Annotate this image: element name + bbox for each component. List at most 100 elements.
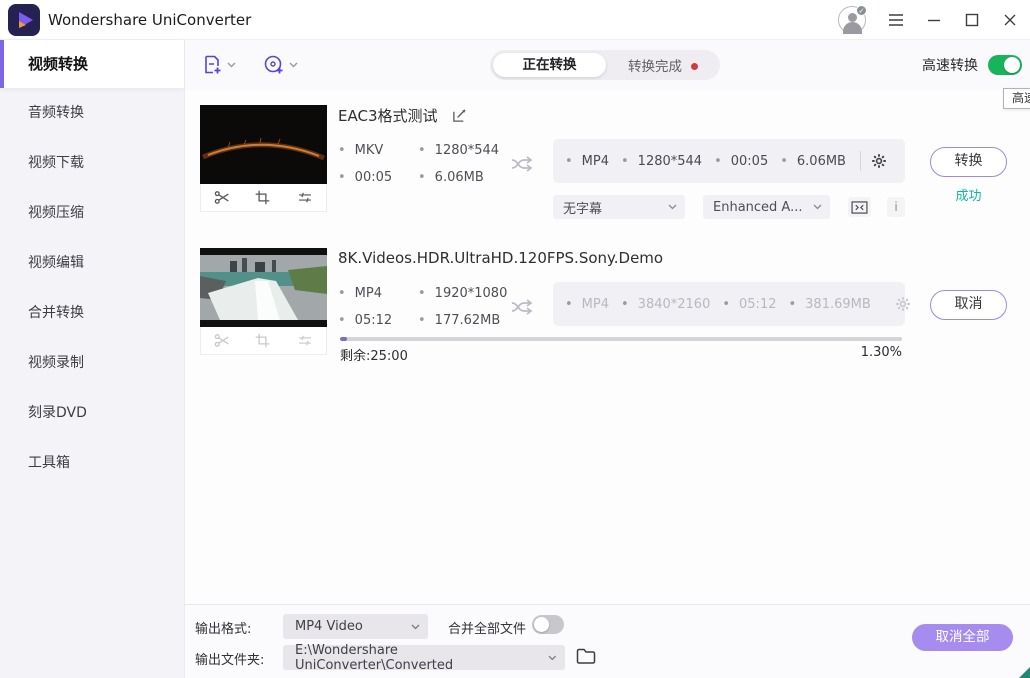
- trim-icon: [214, 334, 229, 347]
- subtitle-select[interactable]: 无字幕: [553, 195, 685, 219]
- convert-arrow-icon: [511, 299, 533, 315]
- cancel-all-button[interactable]: 取消全部: [912, 624, 1013, 651]
- target-resolution: 1280*544: [621, 154, 702, 169]
- convert-arrow-icon: [511, 156, 533, 172]
- output-settings-gear-icon[interactable]: [871, 153, 887, 169]
- source-size: 177.62MB: [418, 313, 518, 328]
- menu-icon[interactable]: [888, 12, 904, 28]
- sidebar-item-burn-dvd[interactable]: 刻录DVD: [0, 388, 184, 438]
- trim-icon[interactable]: [213, 189, 230, 206]
- task-list: EAC3格式测试 MKV 1280*544 00:05 6.06MB MP4 1…: [185, 90, 1030, 604]
- toolbar: 正在转换 转换完成 高速转换: [185, 40, 1030, 90]
- corner-accent-icon: [1019, 667, 1030, 678]
- info-button[interactable]: i: [887, 197, 905, 217]
- account-badge-icon: ✓: [856, 5, 867, 16]
- output-folder-select[interactable]: E:\Wondershare UniConverter\Converted: [283, 642, 565, 673]
- app-title: Wondershare UniConverter: [48, 11, 252, 29]
- target-duration: 00:05: [714, 154, 768, 169]
- target-format: MP4: [565, 297, 609, 312]
- effects-icon: [298, 335, 311, 346]
- source-size: 6.06MB: [418, 170, 518, 185]
- tab-converting[interactable]: 正在转换: [493, 53, 606, 77]
- subtitle-select-value: 无字幕: [563, 201, 603, 217]
- chevron-down-icon: [411, 624, 420, 629]
- source-duration: 00:05: [338, 170, 418, 185]
- chevron-down-icon: [289, 62, 298, 68]
- load-dvd-icon: [264, 55, 283, 74]
- chevron-down-icon: [668, 204, 677, 210]
- tab-finished-label: 转换完成: [628, 59, 682, 75]
- time-remaining-label: 剩余:25:00: [340, 349, 408, 364]
- sidebar-item-video-convert[interactable]: 视频转换: [0, 40, 184, 88]
- task-row: 8K.Videos.HDR.UltraHD.120FPS.Sony.Demo M…: [185, 248, 1030, 391]
- video-thumbnail[interactable]: [200, 248, 327, 355]
- task-row: EAC3格式测试 MKV 1280*544 00:05 6.06MB MP4 1…: [185, 105, 1030, 248]
- cancel-button[interactable]: 取消: [930, 290, 1007, 320]
- sidebar-item-merge-convert[interactable]: 合并转换: [0, 288, 184, 338]
- titlebar: Wondershare UniConverter ✓: [0, 0, 1030, 40]
- open-folder-icon[interactable]: [576, 647, 596, 665]
- high-speed-label: 高速转换: [922, 58, 978, 74]
- audio-track-select[interactable]: Enhanced A...: [703, 195, 830, 219]
- crop-icon: [256, 333, 270, 348]
- output-format-value: MP4 Video: [295, 619, 363, 634]
- source-resolution: 1920*1080: [418, 286, 518, 301]
- output-settings-box: MP4 3840*2160 05:12 381.69MB: [553, 282, 910, 326]
- high-speed-toggle[interactable]: [988, 55, 1022, 75]
- merge-toggle[interactable]: [532, 615, 564, 634]
- output-settings-gear-icon: [895, 296, 911, 312]
- minimize-button[interactable]: [926, 12, 942, 28]
- compress-icon: [851, 200, 868, 214]
- output-folder-value: E:\Wondershare UniConverter\Converted: [295, 642, 454, 673]
- sidebar-item-toolbox[interactable]: 工具箱: [0, 438, 184, 488]
- load-dvd-button[interactable]: [262, 53, 298, 77]
- progress-bar: [340, 337, 902, 341]
- sidebar-item-screen-record[interactable]: 视频录制: [0, 338, 184, 388]
- merge-all-label: 合并全部文件: [448, 622, 527, 637]
- target-duration: 05:12: [722, 297, 776, 312]
- crop-icon[interactable]: [254, 189, 271, 206]
- sidebar: 视频转换 音频转换 视频下载 视频压缩 视频编辑 合并转换 视频录制 刻录DVD…: [0, 40, 185, 678]
- source-format: MP4: [338, 286, 418, 301]
- effects-icon[interactable]: [296, 189, 314, 206]
- source-resolution: 1280*544: [418, 143, 518, 158]
- sidebar-item-video-download[interactable]: 视频下载: [0, 138, 184, 188]
- target-size: 6.06MB: [780, 154, 846, 169]
- account-avatar[interactable]: ✓: [838, 5, 867, 34]
- video-title: 8K.Videos.HDR.UltraHD.120FPS.Sony.Demo: [338, 249, 664, 267]
- progress-percent-label: 1.30%: [860, 345, 902, 360]
- audio-track-select-value: Enhanced A...: [713, 199, 803, 215]
- target-size: 381.69MB: [788, 297, 871, 312]
- video-thumbnail[interactable]: [200, 105, 327, 212]
- chevron-down-icon: [548, 655, 557, 660]
- chevron-down-icon: [813, 204, 822, 210]
- close-button[interactable]: [1002, 12, 1018, 28]
- tab-finished[interactable]: 转换完成: [606, 55, 720, 75]
- sidebar-item-video-edit[interactable]: 视频编辑: [0, 238, 184, 288]
- notification-dot: [691, 63, 698, 70]
- app-window: Wondershare UniConverter ✓ 视频转换 音频转换 视频下…: [0, 0, 1030, 678]
- output-folder-label: 输出文件夹:: [195, 653, 265, 668]
- maximize-button[interactable]: [964, 12, 980, 28]
- output-settings-box[interactable]: MP4 1280*544 00:05 6.06MB: [553, 139, 905, 183]
- sidebar-item-audio-convert[interactable]: 音频转换: [0, 88, 184, 138]
- edit-title-icon[interactable]: [452, 108, 467, 123]
- source-format: MKV: [338, 143, 418, 158]
- compress-button[interactable]: [848, 197, 871, 217]
- target-format: MP4: [565, 154, 609, 169]
- target-resolution: 3840*2160: [621, 297, 711, 312]
- add-file-button[interactable]: [200, 53, 236, 77]
- app-logo-icon: [8, 4, 40, 36]
- convert-button[interactable]: 转换: [930, 147, 1007, 177]
- sidebar-item-video-compress[interactable]: 视频压缩: [0, 188, 184, 238]
- waterfall-thumbnail-image: [200, 248, 327, 327]
- status-tabs: 正在转换 转换完成: [490, 50, 720, 80]
- source-duration: 05:12: [338, 313, 418, 328]
- chevron-down-icon: [227, 62, 236, 68]
- solar-arc-thumbnail-image: [200, 105, 327, 184]
- video-title: EAC3格式测试: [338, 106, 438, 125]
- progress-fill: [340, 337, 348, 341]
- footer-bar: 输出格式: MP4 Video 合并全部文件 输出文件夹: E:\Wonders…: [185, 604, 1030, 678]
- output-format-select[interactable]: MP4 Video: [283, 614, 428, 639]
- status-success-label: 成功: [955, 189, 982, 204]
